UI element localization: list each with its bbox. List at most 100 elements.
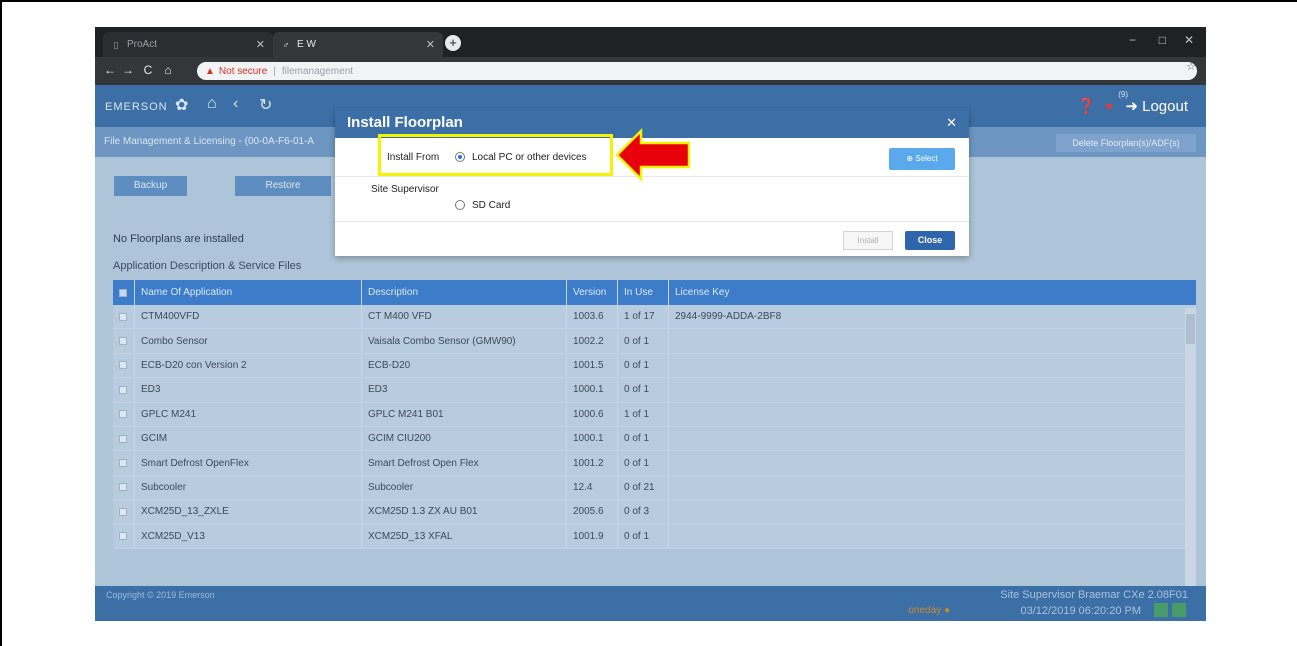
delete-floorplans-button[interactable]: Delete Floorplan(s)/ADF(s) [1056, 134, 1196, 152]
row-checkbox[interactable] [119, 507, 127, 516]
row-checkbox[interactable] [119, 434, 127, 443]
table-row[interactable]: XCM25D_V13 XCM25D_13 XFAL 1001.9 0 of 1 [113, 524, 1196, 549]
cell-in-use: 0 of 1 [618, 451, 669, 475]
install-button[interactable]: Install [843, 231, 893, 250]
table-row[interactable]: XCM25D_13_ZXLE XCM25D 1.3 ZX AU B01 2005.6… [113, 500, 1196, 525]
close-window-icon[interactable]: ✕ [1184, 33, 1194, 47]
row-checkbox-cell [113, 475, 135, 500]
new-tab-button[interactable]: + [445, 35, 461, 51]
table-scrollbar[interactable] [1185, 308, 1196, 588]
cell-name: GCIM [135, 426, 362, 451]
cell-name: Smart Defrost OpenFlex [135, 451, 362, 475]
cell-description: GCIM CIU200 [362, 426, 567, 451]
row-checkbox-cell [113, 500, 135, 524]
select-all-checkbox[interactable] [119, 288, 127, 297]
cell-name: ECB-D20 con Version 2 [135, 353, 362, 378]
tab-close-icon[interactable]: ✕ [426, 38, 435, 51]
cell-version: 1000.1 [567, 378, 618, 402]
bookmark-star-icon[interactable]: ☆ [1186, 60, 1196, 73]
restore-button[interactable]: Restore [235, 176, 331, 196]
cell-version: 1001.5 [567, 353, 618, 378]
table-row[interactable]: Combo Sensor Vaisala Combo Sensor (GMW90)… [113, 329, 1196, 354]
browser-toolbar: ← → C ⌂ ▲ Not secure | filemanagement ☆ [95, 57, 1206, 85]
row-checkbox-cell [113, 402, 135, 426]
table-row[interactable]: ECB-D20 con Version 2 ECB-D20 1001.5 0 of 1 [113, 353, 1196, 379]
row-checkbox-cell [113, 524, 135, 548]
home-icon[interactable]: ⌂ [207, 95, 217, 113]
table-row[interactable]: Smart Defrost OpenFlex Smart Defrost Open… [113, 451, 1196, 476]
oneday-text: oneday [908, 605, 942, 616]
close-icon[interactable]: ✕ [946, 115, 957, 131]
page-icon: ▯ [113, 39, 119, 50]
cell-description: Smart Defrost Open Flex [362, 451, 567, 475]
cell-in-use: 1 of 1 [618, 402, 669, 426]
row-checkbox[interactable] [119, 532, 127, 541]
cell-name: CTM400VFD [135, 305, 362, 329]
backup-button[interactable]: Backup [114, 176, 187, 196]
select-icon: ⊕ [906, 154, 916, 163]
cell-name: XCM25D_13_ZXLE [135, 500, 362, 524]
cell-description: XCM25D_13 XFAL [362, 524, 567, 548]
sd-card-radio[interactable] [455, 200, 465, 210]
header-description[interactable]: Description [362, 280, 567, 305]
cell-version: 1000.1 [567, 426, 618, 451]
cell-name: Combo Sensor [135, 329, 362, 353]
no-floorplans-text: No Floorplans are installed [113, 233, 244, 245]
maximize-icon[interactable]: □ [1159, 33, 1166, 47]
cell-name: GPLC M241 [135, 402, 362, 426]
app-description-heading: Application Description & Service Files [113, 260, 302, 272]
close-button[interactable]: Close [905, 231, 955, 250]
table-body: CTM400VFD CT M400 VFD 1003.6 1 of 17 2944-99… [113, 305, 1196, 549]
row-checkbox[interactable] [119, 410, 127, 419]
cell-in-use: 0 of 1 [618, 329, 669, 353]
header-version[interactable]: Version [567, 280, 618, 305]
reload-icon[interactable]: C [141, 63, 155, 77]
back-icon[interactable]: ← [103, 63, 117, 77]
row-checkbox[interactable] [119, 361, 127, 370]
address-bar[interactable]: ▲ Not secure | filemanagement [197, 62, 1197, 80]
tab-proact[interactable]: ▯ ProAct ✕ [103, 32, 273, 57]
emerson-logo: EMERSON [105, 101, 168, 113]
cell-description: GPLC M241 B01 [362, 402, 567, 426]
cell-in-use: 0 of 1 [618, 378, 669, 402]
forward-icon[interactable]: → [121, 63, 135, 77]
row-checkbox[interactable] [119, 337, 127, 346]
row-checkbox[interactable] [119, 312, 127, 321]
separator: | [273, 65, 276, 77]
home-icon[interactable]: ⌂ [161, 63, 175, 77]
red-arrow-annotation [615, 128, 691, 182]
row-checkbox[interactable] [119, 483, 127, 492]
refresh-icon[interactable]: ↻ [259, 95, 272, 115]
tab-ew[interactable]: ♂ E W ✕ [273, 32, 443, 57]
table-row[interactable]: GPLC M241 GPLC M241 B01 1000.6 1 of 1 [113, 402, 1196, 427]
back-arrow-icon[interactable]: ‹ [233, 95, 238, 113]
status-indicator [1154, 603, 1168, 617]
cell-version: 1003.6 [567, 305, 618, 329]
row-checkbox[interactable] [119, 385, 127, 394]
cell-license [669, 378, 1184, 401]
header-in-use[interactable]: In Use [618, 280, 669, 305]
sd-card-label[interactable]: SD Card [472, 200, 510, 211]
table-row[interactable]: ED3 ED3 1000.1 0 of 1 [113, 378, 1196, 403]
table-row[interactable]: GCIM GCIM CIU200 1000.1 0 of 1 [113, 426, 1196, 452]
table-row[interactable]: Subcooler Subcooler 12.4 0 of 21 [113, 475, 1196, 501]
table-row[interactable]: CTM400VFD CT M400 VFD 1003.6 1 of 17 2944-99… [113, 305, 1196, 330]
tab-close-icon[interactable]: ✕ [256, 38, 265, 51]
cell-license [669, 500, 1184, 523]
applications-table: Name Of Application Description Version … [113, 280, 1196, 549]
row-checkbox-cell [113, 426, 135, 451]
select-button[interactable]: ⊕ Select [889, 148, 955, 170]
minimize-icon[interactable]: − [1129, 33, 1136, 47]
gear-icon[interactable]: ✿ [175, 95, 188, 115]
header-name[interactable]: Name Of Application [135, 280, 362, 305]
scrollbar-thumb[interactable] [1186, 314, 1195, 344]
row-checkbox[interactable] [119, 459, 127, 468]
header-license[interactable]: License Key [669, 280, 1184, 305]
help-icon[interactable]: ❓ [1077, 97, 1096, 115]
alarm-bell-icon[interactable]: ● [1105, 98, 1113, 113]
divider [335, 221, 969, 222]
logout-button[interactable]: ➜ Logout [1125, 97, 1188, 115]
cell-in-use: 0 of 1 [618, 353, 669, 378]
cell-version: 1001.2 [567, 451, 618, 475]
logout-label: Logout [1142, 98, 1188, 115]
